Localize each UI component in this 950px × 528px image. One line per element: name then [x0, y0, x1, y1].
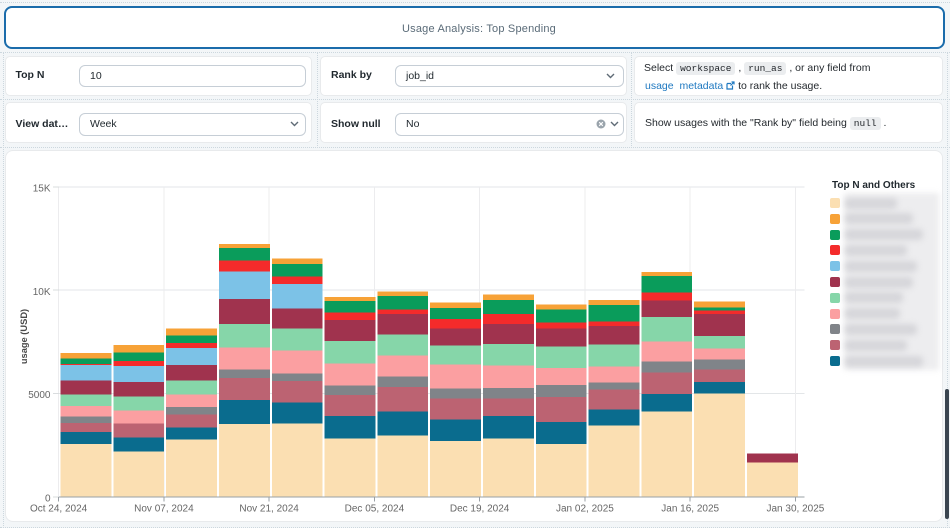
svg-text:0: 0 — [45, 494, 51, 505]
svg-text:Oct 24, 2024: Oct 24, 2024 — [30, 503, 88, 514]
svg-text:Jan 16, 2025: Jan 16, 2025 — [661, 503, 719, 514]
svg-text:usage (USD): usage (USD) — [19, 309, 29, 364]
svg-text:5000: 5000 — [28, 390, 51, 401]
svg-text:Jan 02, 2025: Jan 02, 2025 — [556, 503, 614, 514]
svg-text:Nov 07, 2024: Nov 07, 2024 — [134, 503, 194, 514]
svg-text:Dec 19, 2024: Dec 19, 2024 — [450, 503, 510, 514]
svg-text:10K: 10K — [33, 287, 51, 298]
svg-text:Dec 05, 2024: Dec 05, 2024 — [345, 503, 405, 514]
svg-text:Nov 21, 2024: Nov 21, 2024 — [239, 503, 299, 514]
svg-text:Jan 30, 2025: Jan 30, 2025 — [766, 503, 824, 514]
svg-text:15K: 15K — [33, 184, 51, 195]
